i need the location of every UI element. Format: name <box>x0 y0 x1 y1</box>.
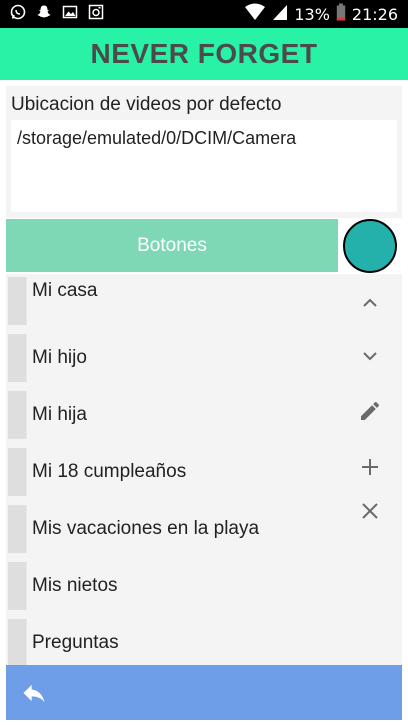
video-path-field[interactable]: /storage/emulated/0/DCIM/Camera <box>11 120 397 212</box>
drag-handle[interactable] <box>8 277 27 325</box>
drag-handle[interactable] <box>8 505 27 553</box>
wifi-icon <box>244 3 266 26</box>
list-item[interactable]: Mis vacaciones en la playa <box>6 502 344 554</box>
app-bar: NEVER FORGET <box>0 28 408 80</box>
snapchat-icon <box>36 4 52 20</box>
list-item-label: Mi hijo <box>32 347 87 368</box>
side-actions <box>344 274 402 665</box>
list-item[interactable]: Preguntas <box>6 616 344 668</box>
drag-handle[interactable] <box>8 334 27 382</box>
list-item-label: Mi 18 cumpleaños <box>32 461 187 482</box>
app-title: NEVER FORGET <box>90 38 318 69</box>
add-icon[interactable] <box>357 454 383 480</box>
list-item[interactable]: Mis nietos <box>6 559 344 611</box>
botones-button-label: Botones <box>137 234 207 256</box>
whatsapp-icon <box>10 4 26 20</box>
list-item-label: Mi hija <box>32 404 87 425</box>
drag-handle[interactable] <box>8 619 27 667</box>
drag-handle[interactable] <box>8 391 27 439</box>
status-bar: 13% 21:26 <box>0 0 408 28</box>
drag-handle[interactable] <box>8 562 27 610</box>
chevron-down-icon[interactable] <box>357 343 383 369</box>
botones-button[interactable]: Botones <box>6 219 338 272</box>
status-right: 13% 21:26 <box>244 3 398 26</box>
drag-handle[interactable] <box>8 448 27 496</box>
battery-percent: 13% <box>294 5 330 24</box>
chevron-up-icon[interactable] <box>357 290 383 316</box>
list-item[interactable]: Mi 18 cumpleaños <box>6 445 344 497</box>
image-icon <box>62 4 78 20</box>
list-item-label: Mis vacaciones en la playa <box>32 518 260 539</box>
video-location-label: Ubicacion de videos por defecto <box>11 94 282 115</box>
list-item-label: Preguntas <box>32 632 119 653</box>
circle-button[interactable] <box>343 219 397 273</box>
bottom-bar <box>6 665 402 720</box>
edit-icon[interactable] <box>357 398 383 424</box>
list-item[interactable]: Mi casa <box>6 274 344 326</box>
list-item[interactable]: Mi hija <box>6 388 344 440</box>
list-item-label: Mis nietos <box>32 575 118 596</box>
list-item[interactable]: Mi hijo <box>6 331 344 383</box>
close-icon[interactable] <box>357 498 383 524</box>
camera-icon <box>88 4 104 20</box>
battery-icon <box>336 3 346 26</box>
list-item-label: Mi casa <box>32 280 98 301</box>
back-reply-icon[interactable] <box>20 679 48 707</box>
video-location-panel: Ubicacion de videos por defecto /storage… <box>6 86 402 218</box>
video-path-value: /storage/emulated/0/DCIM/Camera <box>17 128 297 148</box>
notification-icons <box>10 4 104 20</box>
button-list: Mi casa Mi hijo Mi hija Mi 18 cumpleaños… <box>6 274 344 668</box>
signal-icon <box>272 3 288 26</box>
clock: 21:26 <box>351 5 398 24</box>
